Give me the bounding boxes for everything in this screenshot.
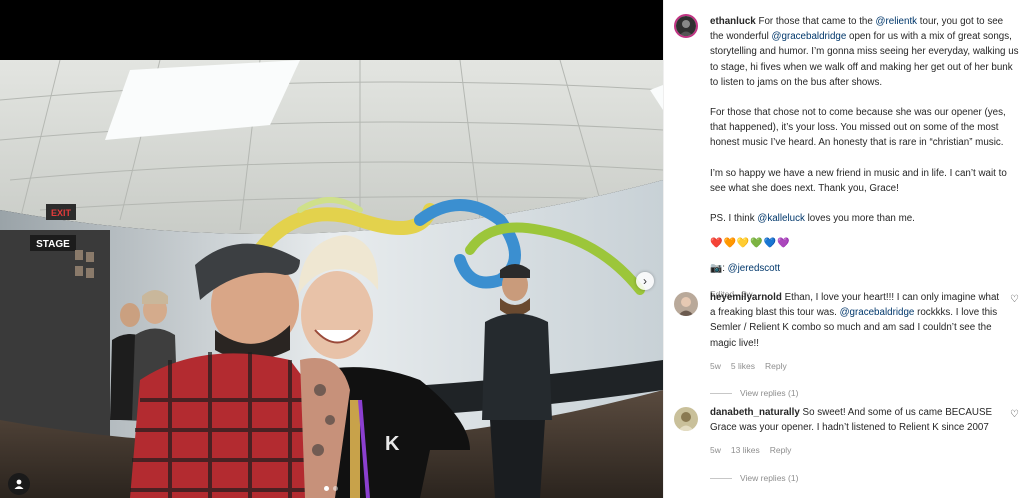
commenter-username[interactable]: heyemilyarnold bbox=[710, 292, 782, 303]
user-tag-icon bbox=[14, 479, 24, 489]
replies-divider bbox=[710, 477, 732, 479]
commenter-avatar[interactable] bbox=[674, 292, 698, 316]
comment-text: danabeth_naturally So sweet! And some of… bbox=[710, 405, 1019, 435]
mention-link[interactable]: @jeredscott bbox=[728, 263, 780, 274]
caption-segment: For those that came to the bbox=[755, 16, 876, 27]
caption-paragraph: I’m so happy we have a new friend in mus… bbox=[710, 167, 1007, 194]
caption-paragraph: For those that chose not to come because… bbox=[710, 107, 1006, 149]
carousel-dot bbox=[324, 486, 329, 491]
reply-button[interactable]: Reply bbox=[765, 359, 787, 374]
post-photo: EXIT STAGE K bbox=[0, 60, 663, 498]
mention-link[interactable]: @kalleluck bbox=[757, 213, 805, 224]
avatar-image bbox=[676, 16, 696, 36]
caption-text: ethanluck For those that came to the @re… bbox=[710, 14, 1019, 302]
avatar-image bbox=[674, 292, 698, 316]
comment-item: heyemilyarnold Ethan, I love your heart!… bbox=[674, 290, 1019, 401]
photo-illustration: EXIT STAGE K bbox=[0, 60, 663, 498]
comment-meta: 5w 13 likes Reply bbox=[710, 443, 1019, 458]
carousel-dot bbox=[333, 486, 338, 491]
replies-divider bbox=[710, 393, 732, 395]
heart-outline-icon[interactable]: ♡ bbox=[1010, 292, 1019, 307]
author-username[interactable]: ethanluck bbox=[710, 16, 756, 27]
mention-link[interactable]: @relientk bbox=[876, 16, 918, 27]
avatar-image bbox=[674, 407, 698, 431]
comment-age: 5w bbox=[710, 445, 721, 456]
heart-outline-icon[interactable]: ♡ bbox=[1010, 407, 1019, 422]
stage-sign: STAGE bbox=[36, 239, 70, 250]
post-sidebar: ethanluck For those that came to the @re… bbox=[663, 0, 1024, 498]
post-caption: ethanluck For those that came to the @re… bbox=[674, 14, 1019, 302]
comment-likes[interactable]: 13 likes bbox=[731, 443, 760, 458]
next-photo-button[interactable]: › bbox=[636, 272, 654, 290]
mention-link[interactable]: @gracebaldridge bbox=[772, 31, 847, 42]
shirt-lettering: K bbox=[385, 433, 400, 455]
comment-age: 5w bbox=[710, 360, 721, 371]
view-replies-button[interactable]: View replies (1) bbox=[710, 471, 1019, 486]
view-replies-label: View replies (1) bbox=[740, 388, 799, 399]
caption-segment: PS. I think bbox=[710, 213, 758, 225]
chevron-right-icon: › bbox=[643, 274, 647, 288]
post-media: EXIT STAGE K › bbox=[0, 0, 663, 498]
comment-item: danabeth_naturally So sweet! And some of… bbox=[674, 405, 1019, 486]
exit-sign: EXIT bbox=[51, 208, 72, 218]
hearts-emoji: ❤️🧡💛💚💙💜 bbox=[710, 238, 791, 250]
comment-meta: 5w 5 likes Reply bbox=[710, 359, 1019, 374]
commenter-avatar[interactable] bbox=[674, 407, 698, 431]
caption-segment: loves you more than me. bbox=[804, 213, 915, 225]
carousel-indicator bbox=[324, 486, 338, 491]
author-avatar[interactable] bbox=[674, 14, 698, 38]
commenter-username[interactable]: danabeth_naturally bbox=[710, 407, 800, 418]
comment-text: heyemilyarnold Ethan, I love your heart!… bbox=[710, 290, 1019, 351]
view-replies-button[interactable]: View replies (1) bbox=[710, 386, 1019, 401]
camera-emoji: 📷 bbox=[710, 263, 723, 275]
mention-link[interactable]: @gracebaldridge bbox=[840, 307, 915, 318]
reply-button[interactable]: Reply bbox=[770, 443, 792, 458]
comment-likes[interactable]: 5 likes bbox=[731, 359, 755, 374]
view-replies-label: View replies (1) bbox=[740, 472, 799, 483]
tagged-users-button[interactable] bbox=[8, 473, 30, 495]
